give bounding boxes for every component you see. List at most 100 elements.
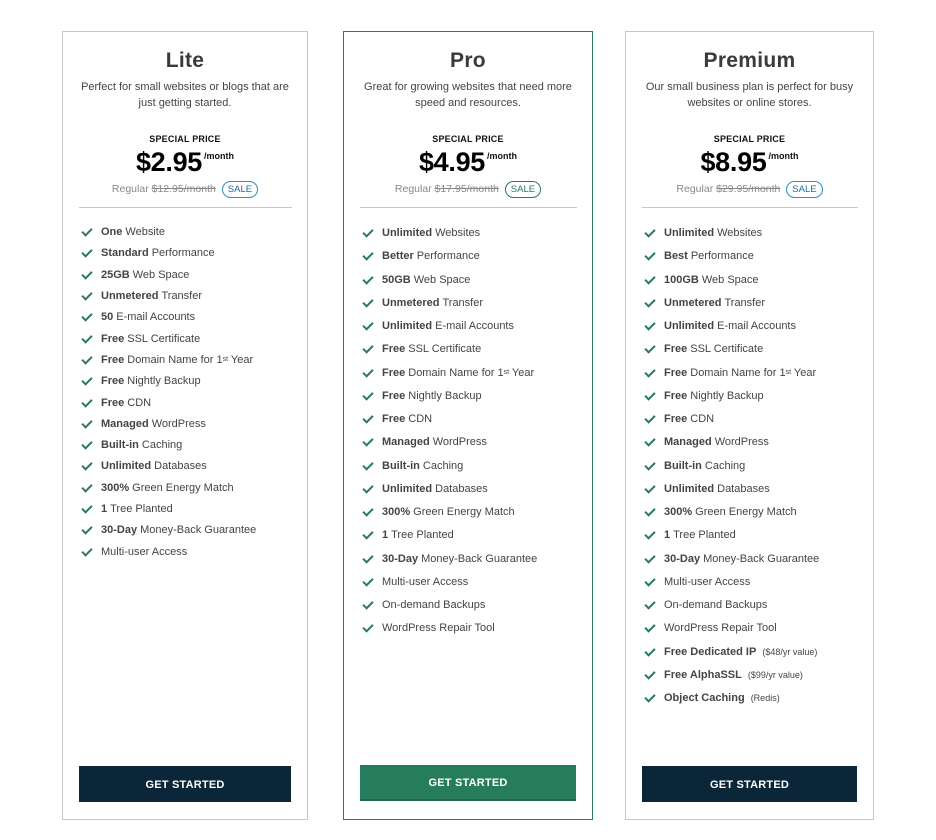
feature-item: Managed WordPress [644,431,873,454]
feature-text: Nightly Backup [127,375,201,388]
feature-note: (Redis) [750,693,780,704]
feature-item: Multi-user Access [362,571,592,594]
checkmark-icon [644,249,656,262]
feature-item: 1 Tree Planted [362,524,592,547]
feature-item: Unlimited Websites [362,222,592,245]
feature-note: ($48/yr value) [762,646,818,657]
feature-item: Free SSL Certificate [81,328,307,349]
regular-price-row: Regular $17.95/month SALE [344,181,592,201]
get-started-button-lite[interactable]: GET STARTED [79,766,291,802]
feature-text: SSL Certificate [690,343,764,356]
feature-item: 50 E-mail Accounts [81,307,307,328]
divider [79,207,292,208]
plan-card-lite: Lite Perfect for small websites or blogs… [62,31,308,820]
checkmark-icon [644,528,656,541]
checkmark-icon [362,621,374,634]
feature-highlight: Unlimited [382,227,433,240]
feature-highlight: Unmetered [664,296,722,309]
checkmark-icon [362,458,374,471]
feature-text: CDN [690,413,715,426]
checkmark-icon [81,395,93,408]
feature-text: Transfer [724,296,766,309]
checkmark-icon [644,296,656,308]
price-period: /month [768,150,799,161]
plan-card-pro: Pro Great for growing websites that need… [343,31,593,820]
feature-item: 30-Day Money-Back Guarantee [644,548,873,571]
feature-text: Money-Back Guarantee [140,524,257,537]
feature-highlight: Best [664,250,688,263]
feature-item: 30-Day Money-Back Guarantee [81,520,307,541]
feature-item: On-demand Backups [362,594,592,617]
checkmark-icon [644,598,656,610]
feature-text: Multi-user Access [382,575,469,588]
feature-item: Free SSL Certificate [362,338,592,361]
feature-highlight: Free [101,353,125,366]
feature-item: 300% Green Energy Match [81,478,307,499]
feature-highlight: 30-Day [382,552,419,565]
feature-item: On-demand Backups [644,594,873,617]
feature-item: Free SSL Certificate [644,338,873,361]
regular-label: Regular [394,183,432,195]
feature-text: E-mail Accounts [435,320,514,333]
feature-text: Money-Back Guarantee [703,552,820,565]
checkmark-icon [644,482,656,494]
plan-title: Lite [165,49,205,72]
get-started-button-premium[interactable]: GET STARTED [642,766,857,802]
feature-item: Free Domain Name for 1st Year [81,350,307,371]
feature-highlight: Free [382,343,406,356]
feature-text: E-mail Accounts [116,311,196,324]
checkmark-icon [362,272,374,285]
feature-text: Tree Planted [110,503,173,515]
sale-badge: SALE [221,181,259,198]
price-row: $8.95/month [626,147,873,179]
feature-text: CDN [127,396,152,409]
feature-item: 1 Tree Planted [81,499,307,520]
price-row: $2.95/month [63,147,307,179]
feature-text: On-demand Backups [382,599,486,612]
regular-price: $29.95/month [716,183,781,195]
checkmark-icon [644,691,656,703]
checkmark-icon [644,319,656,331]
checkmark-icon [362,528,374,541]
feature-text-suffix: Year [509,366,535,379]
feature-list: Unlimited Websites Better Performance 50GB We… [344,222,592,641]
feature-highlight: Free [101,332,125,345]
checkmark-icon [644,458,656,471]
checkmark-icon [362,598,374,610]
plan-description: Perfect for small websites or blogs that… [81,81,289,109]
feature-highlight: Free [101,396,125,409]
checkmark-icon [644,505,656,517]
feature-item: One Website [81,222,307,243]
feature-highlight: Managed [664,436,712,449]
feature-item: Managed WordPress [362,431,592,454]
checkmark-icon [644,435,656,448]
get-started-button-pro[interactable]: GET STARTED [360,765,576,801]
feature-highlight: Built-in [664,459,702,472]
checkmark-icon [81,438,93,450]
feature-item: 1 Tree Planted [644,524,873,547]
feature-text-suffix: Year [228,353,254,366]
checkmark-icon [81,331,93,344]
checkmark-icon [362,412,374,424]
feature-highlight: 300% [382,506,411,519]
checkmark-icon [362,505,374,517]
feature-highlight: Managed [101,417,149,430]
feature-highlight: 1 [664,529,671,542]
feature-item: Built-in Caching [644,455,873,478]
checkmark-icon [81,417,93,429]
feature-text: Nightly Backup [408,389,482,402]
feature-highlight: 50 [101,311,114,324]
checkmark-icon [362,365,374,378]
feature-text: Green Energy Match [695,506,797,519]
feature-item: Free Domain Name for 1st Year [362,362,592,385]
feature-list: Unlimited Websites Best Performance 100GB Web… [626,222,873,710]
feature-highlight: Better [382,250,414,263]
feature-item: Free Nightly Backup [644,385,873,408]
feature-highlight: Free [664,389,688,402]
regular-price: $12.95/month [151,183,216,195]
feature-item: Free Nightly Backup [81,371,307,392]
regular-price-row: Regular $29.95/month SALE [626,181,873,201]
checkmark-icon [81,481,93,493]
feature-highlight: 300% [101,481,130,494]
feature-text: Databases [717,482,770,495]
